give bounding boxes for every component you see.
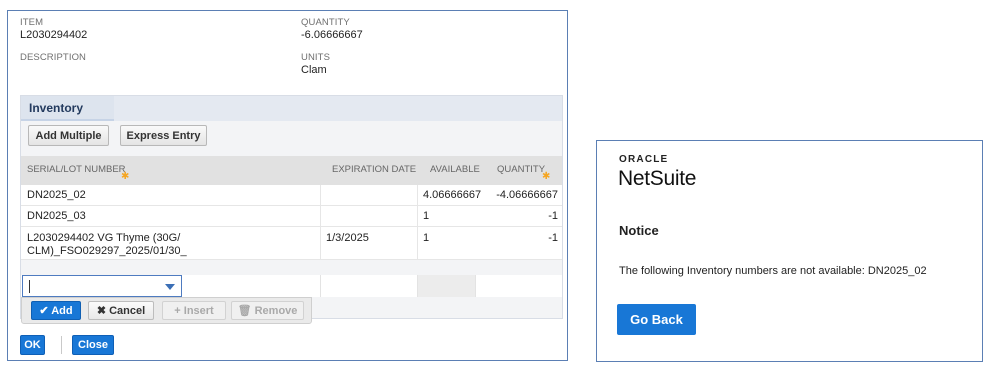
table-row[interactable]: DN2025_02 4.06666667 -4.06666667 xyxy=(21,185,562,206)
serial-header-label: SERIAL/LOT NUMBER xyxy=(27,164,126,175)
quantity-input[interactable] xyxy=(475,275,562,297)
column-divider xyxy=(320,185,321,260)
add-multiple-button[interactable]: Add Multiple xyxy=(28,125,109,146)
available-readonly-cell xyxy=(417,275,475,297)
item-label: ITEM xyxy=(20,17,44,28)
line-action-bar: ✔ Add ✖ Cancel + Insert 🗑 Remove xyxy=(21,297,312,324)
remove-line-button[interactable]: 🗑 Remove xyxy=(231,301,304,320)
check-icon: ✔ xyxy=(39,305,49,317)
insert-line-button[interactable]: + Insert xyxy=(162,301,226,320)
expiration-cell: 1/3/2025 xyxy=(326,232,369,244)
table-row[interactable]: DN2025_03 1 -1 xyxy=(21,206,562,227)
available-cell: 1 xyxy=(423,210,430,222)
serial-cell-line2: CLM)_FSO029297_2025/01/30_ xyxy=(27,245,187,257)
table-row[interactable]: L2030294402 VG Thyme (30G/ CLM)_FSO02929… xyxy=(21,227,562,260)
trash-icon: 🗑 xyxy=(237,305,252,317)
quantity-cell: -4.06666667 xyxy=(496,189,558,201)
column-divider xyxy=(417,185,418,260)
quantity-cell: -1 xyxy=(548,210,558,222)
inventory-detail-window: ITEM L2030294402 QUANTITY -6.06666667 DE… xyxy=(7,10,568,361)
serial-cell: DN2025_02 xyxy=(27,189,86,201)
netsuite-logo: NetSuite xyxy=(618,167,697,190)
notice-title: Notice xyxy=(619,223,659,238)
column-header-expiration: EXPIRATION DATE xyxy=(332,164,417,175)
insert-line-label: Insert xyxy=(183,305,214,317)
quantity-label: QUANTITY xyxy=(301,17,350,28)
column-header-serial: SERIAL/LOT NUMBER ✱ xyxy=(27,156,129,185)
grid-header: SERIAL/LOT NUMBER ✱ EXPIRATION DATE AVAI… xyxy=(21,156,562,185)
item-value: L2030294402 xyxy=(20,29,88,41)
units-field: UNITS Clam xyxy=(301,52,330,76)
plus-icon: + xyxy=(174,305,181,317)
text-cursor xyxy=(29,280,30,293)
remove-line-label: Remove xyxy=(254,305,298,317)
description-field: DESCRIPTION xyxy=(20,52,86,64)
inventory-detail-section: Inventory Detail Add Multiple Express En… xyxy=(20,95,563,324)
button-separator xyxy=(61,336,62,354)
available-cell: 4.06666667 xyxy=(423,189,482,201)
ok-button[interactable]: OK xyxy=(20,335,45,355)
tab-inventory-detail[interactable]: Inventory Detail xyxy=(21,96,114,139)
serial-lot-select[interactable] xyxy=(22,275,182,297)
quantity-header-label: QUANTITY xyxy=(497,164,546,175)
units-value: Clam xyxy=(301,64,327,76)
available-cell: 1 xyxy=(423,232,430,244)
serial-cell: DN2025_03 xyxy=(27,210,86,222)
column-header-quantity: QUANTITY ✱ xyxy=(497,156,550,185)
serial-cell: L2030294402 VG Thyme (30G/ xyxy=(27,232,181,244)
quantity-field: QUANTITY -6.06666667 xyxy=(301,17,363,41)
oracle-logo: ORACLE xyxy=(619,154,669,165)
quantity-value: -6.06666667 xyxy=(301,29,363,41)
expiration-date-input[interactable] xyxy=(320,275,417,297)
item-field: ITEM L2030294402 xyxy=(20,17,87,41)
close-icon: ✖ xyxy=(96,305,107,317)
express-entry-button[interactable]: Express Entry xyxy=(120,125,207,146)
column-header-available: AVAILABLE xyxy=(430,164,480,175)
add-line-label: Add xyxy=(51,305,73,317)
add-line-button[interactable]: ✔ Add xyxy=(31,301,81,320)
notice-message: The following Inventory numbers are not … xyxy=(619,265,927,277)
new-line-row xyxy=(21,275,562,297)
chevron-down-icon[interactable] xyxy=(165,284,175,290)
cancel-line-button[interactable]: ✖ Cancel xyxy=(88,301,154,320)
tab-strip xyxy=(114,96,562,121)
units-label: UNITS xyxy=(301,52,330,63)
go-back-button[interactable]: Go Back xyxy=(617,304,696,335)
description-label: DESCRIPTION xyxy=(20,52,87,63)
notice-dialog: ORACLE NetSuite Notice The following Inv… xyxy=(596,140,983,362)
cancel-line-label: Cancel xyxy=(109,305,146,317)
close-button[interactable]: Close xyxy=(72,335,114,355)
quantity-cell: -1 xyxy=(548,232,558,244)
